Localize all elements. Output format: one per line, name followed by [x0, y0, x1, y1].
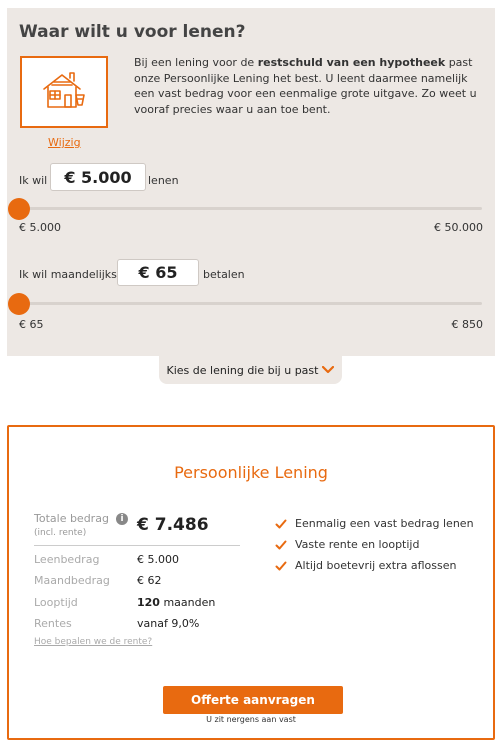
- loan-calculator-panel: Waar wilt u voor lenen? Wijzig Bij een l…: [7, 8, 495, 356]
- monthly-amount-prefix: Ik wil maandelijks: [19, 268, 117, 281]
- check-icon: [275, 519, 287, 528]
- choose-loan-label: Kies de lening die bij u past: [166, 363, 319, 377]
- loan-amount-slider-track[interactable]: [19, 207, 482, 210]
- total-amount-value: € 7.486: [137, 515, 209, 535]
- monthly-amount-suffix: betalen: [203, 268, 245, 281]
- detail-label-monthly: Maandbedrag: [34, 574, 110, 587]
- detail-label-rate: Rentes: [34, 617, 72, 630]
- monthly-amount-input[interactable]: € 65: [117, 259, 199, 286]
- no-obligation-note: U zit nergens aan vast: [206, 715, 296, 724]
- monthly-amount-max: € 850: [451, 318, 484, 331]
- purpose-description: Bij een lening voor de restschuld van ee…: [134, 55, 490, 117]
- feature-text: Eenmalig een vast bedrag lenen: [295, 517, 474, 530]
- purpose-icon-box[interactable]: [20, 56, 108, 128]
- detail-value-term-number: 120: [137, 596, 160, 609]
- feature-item: Altijd boetevrij extra aflossen: [275, 555, 474, 576]
- request-quote-button[interactable]: Offerte aanvragen: [163, 686, 343, 714]
- rate-explanation-link[interactable]: Hoe bepalen we de rente?: [34, 637, 152, 647]
- detail-value-loan-number: € 5.000: [137, 553, 179, 566]
- total-amount-label: Totale bedrag: [34, 512, 109, 525]
- check-icon: [275, 561, 287, 570]
- loan-amount-min: € 5.000: [19, 221, 61, 234]
- feature-item: Eenmalig een vast bedrag lenen: [275, 513, 474, 534]
- purpose-text-before: Bij een lening voor de: [134, 56, 258, 69]
- monthly-amount-slider-track[interactable]: [19, 302, 482, 305]
- detail-value-term-unit: maanden: [159, 596, 216, 609]
- calculator-title: Waar wilt u voor lenen?: [19, 22, 246, 42]
- loan-amount-slider-handle[interactable]: [8, 198, 30, 220]
- detail-label-loan: Leenbedrag: [34, 553, 100, 566]
- divider: [34, 545, 240, 546]
- feature-list: Eenmalig een vast bedrag lenen Vaste ren…: [275, 513, 474, 576]
- detail-value-term: 120 maanden: [137, 596, 215, 609]
- product-title: Persoonlijke Lening: [174, 463, 328, 482]
- loan-amount-suffix: lenen: [148, 174, 179, 187]
- loan-amount-prefix: Ik wil: [19, 174, 48, 187]
- monthly-amount-min: € 65: [19, 318, 44, 331]
- detail-value-rate: vanaf 9,0%: [137, 617, 199, 630]
- choose-loan-tab[interactable]: Kies de lening die bij u past: [159, 356, 342, 384]
- feature-text: Vaste rente en looptijd: [295, 538, 420, 551]
- change-purpose-link[interactable]: Wijzig: [48, 136, 81, 149]
- purpose-text-bold: restschuld van een hypotheek: [257, 56, 446, 69]
- feature-item: Vaste rente en looptijd: [275, 534, 474, 555]
- loan-amount-input[interactable]: € 5.000: [50, 163, 146, 191]
- chevron-down-icon: [322, 366, 335, 374]
- detail-value-rate-number: vanaf 9,0%: [137, 617, 200, 630]
- product-card: Persoonlijke Lening Totale bedrag i (inc…: [7, 425, 495, 740]
- monthly-amount-slider-handle[interactable]: [8, 293, 30, 315]
- info-icon[interactable]: i: [116, 513, 128, 525]
- feature-text: Altijd boetevrij extra aflossen: [295, 559, 457, 572]
- check-icon: [275, 540, 287, 549]
- detail-value-monthly: € 62: [137, 574, 162, 587]
- loan-amount-max: € 50.000: [434, 221, 483, 234]
- detail-value-monthly-number: € 62: [137, 574, 162, 587]
- detail-label-term: Looptijd: [34, 596, 78, 609]
- detail-value-loan: € 5.000: [137, 553, 179, 566]
- total-amount-sublabel: (incl. rente): [34, 528, 87, 538]
- house-icon: [43, 72, 85, 108]
